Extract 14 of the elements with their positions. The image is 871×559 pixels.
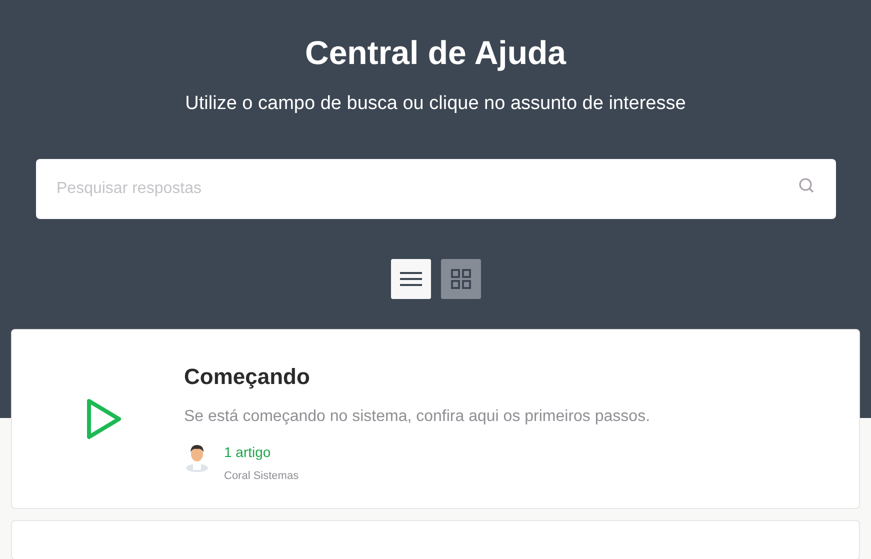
search-icon[interactable] (798, 177, 816, 195)
page-subtitle: Utilize o campo de busca ou clique no assunto de interesse (185, 92, 686, 116)
author-name: Coral Sistemas (224, 470, 299, 482)
category-title[interactable]: Começando (184, 363, 650, 391)
category-description: Se está começando no sistema, confira aqui os primeiros passos. (184, 408, 650, 426)
play-icon (86, 398, 122, 440)
list-view-button[interactable] (390, 259, 430, 299)
search-field[interactable]: Pesquisar respostas (36, 159, 836, 219)
grid-icon (450, 269, 470, 289)
avatar-icon (184, 442, 210, 472)
grid-view-button[interactable] (440, 259, 480, 299)
category-card[interactable]: Começando Se está começando no sistema, confira aqui os primeiros passos. 1 artigo Coral Sistemas (11, 329, 860, 509)
menu-icon (400, 271, 422, 287)
page-title: Central de Ajuda (305, 33, 566, 73)
